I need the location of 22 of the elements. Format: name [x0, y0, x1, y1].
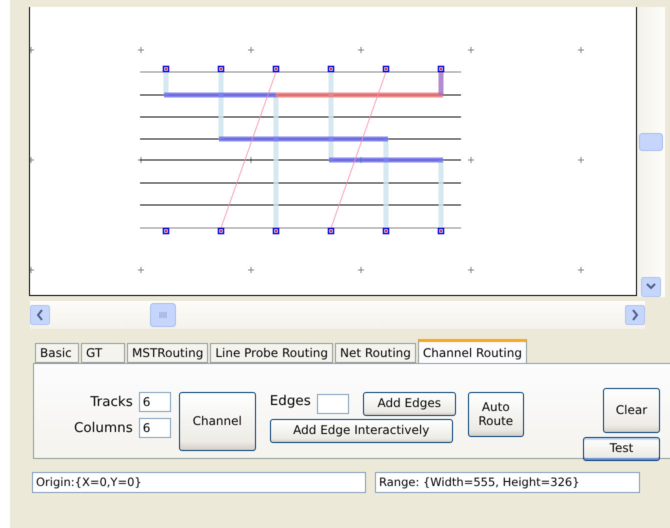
edges-field[interactable]	[316, 394, 349, 414]
tab[interactable]: GT	[81, 343, 125, 363]
range-field: Range: {Width=555, Height=326}	[375, 472, 640, 493]
origin-field: Origin:{X=0,Y=0}	[32, 472, 366, 493]
edges-label: Edges	[270, 393, 311, 409]
tab[interactable]: Line Probe Routing	[210, 343, 333, 363]
test-button[interactable]: Test	[583, 437, 660, 461]
tab[interactable]: Basic	[35, 343, 79, 363]
columns-field[interactable]: 6	[138, 418, 171, 438]
tab[interactable]: Net Routing	[335, 343, 416, 363]
columns-label: Columns	[74, 420, 133, 436]
scrollbar-thumb[interactable]	[150, 303, 176, 327]
add-edges-button[interactable]: Add Edges	[362, 392, 456, 416]
tab[interactable]: MSTRouting	[127, 343, 208, 363]
tab[interactable]: Channel Routing	[418, 339, 527, 363]
auto-route-button[interactable]: Auto Route	[468, 392, 524, 437]
tracks-field[interactable]: 6	[138, 392, 171, 412]
add-edge-interactively-button[interactable]: Add Edge Interactively	[270, 419, 453, 443]
tracks-label: Tracks	[89, 394, 133, 410]
scrollbar-thumb[interactable]	[639, 133, 663, 151]
clear-button[interactable]: Clear	[603, 388, 660, 433]
channel-button[interactable]: Channel	[178, 392, 256, 451]
